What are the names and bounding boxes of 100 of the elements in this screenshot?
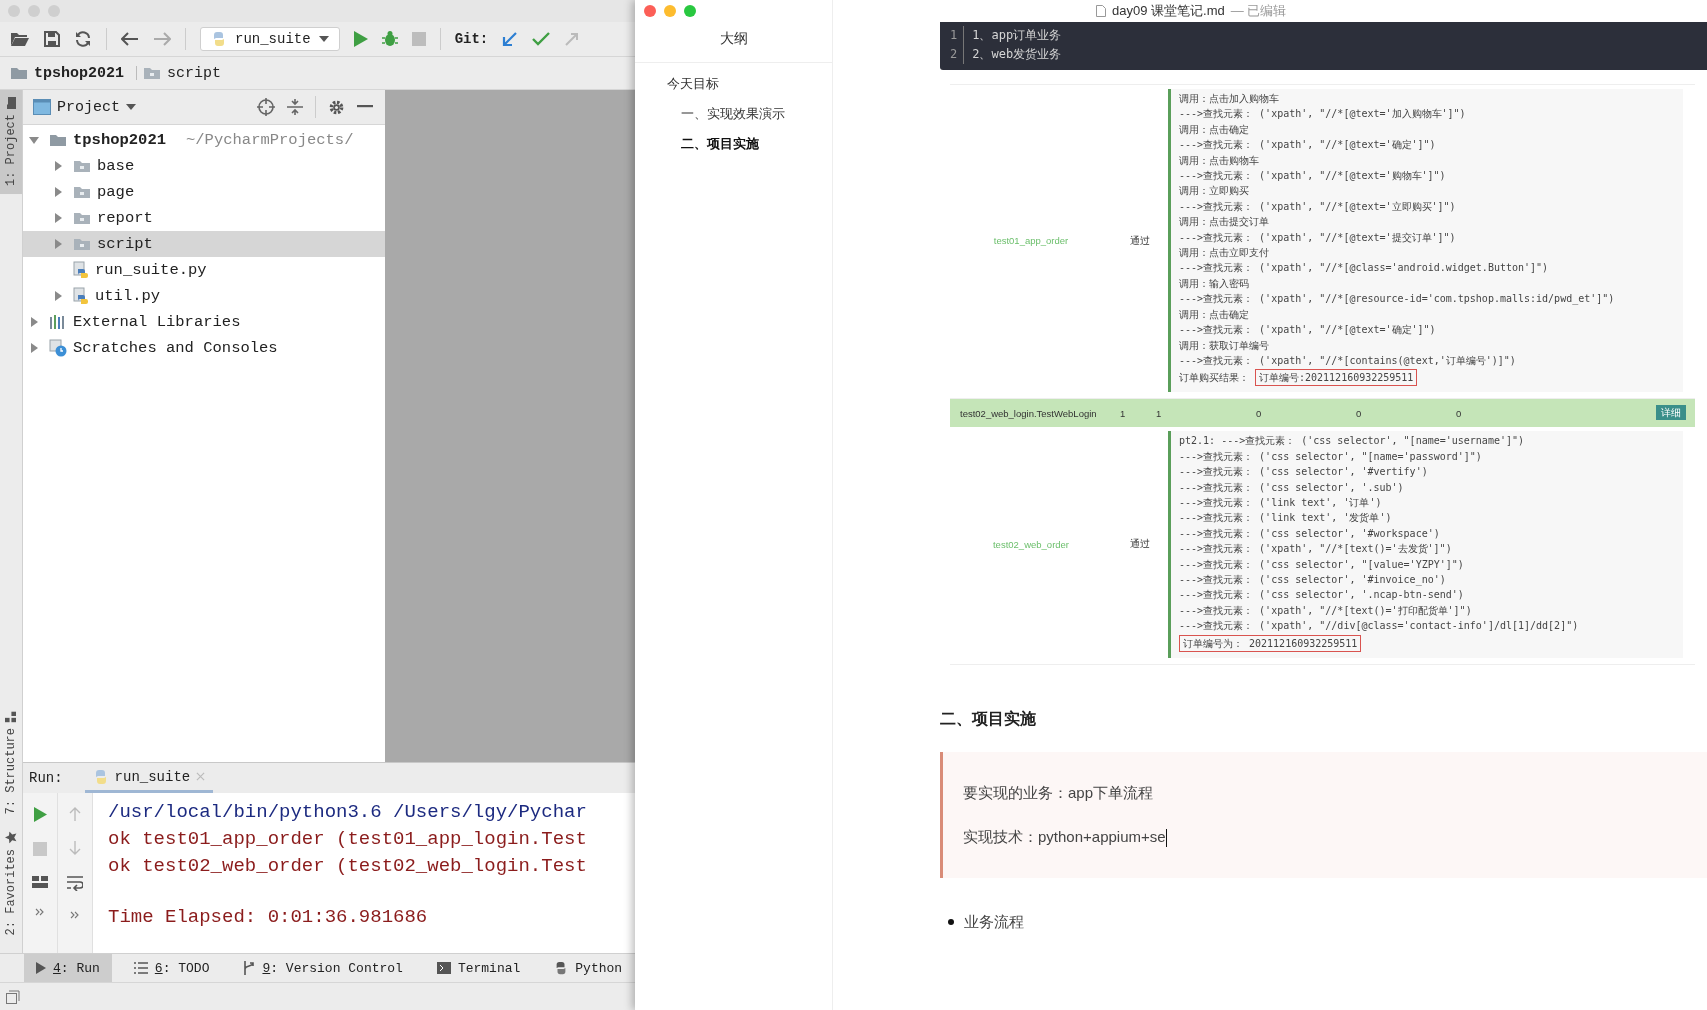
scratches-icon — [49, 339, 67, 357]
tree-item[interactable]: tpshop2021 ~/PycharmProjects/ — [23, 127, 385, 153]
console-line: /usr/local/bin/python3.6 /Users/lgy/Pychar — [108, 800, 587, 825]
line-number: 2 — [950, 46, 958, 63]
highlight-box: 订单编号为： 202112160932259511 — [1179, 634, 1362, 652]
tree-item[interactable]: script — [23, 231, 385, 257]
expand-arrow-icon[interactable] — [29, 135, 39, 145]
star-icon — [5, 830, 17, 843]
bullet-icon — [948, 918, 954, 925]
side-tool-tab[interactable]: 2: Favorites — [0, 822, 22, 943]
log-line: --->查找元素： ('css selector', "[name='password']") — [1179, 449, 1483, 464]
tree-item[interactable]: run_suite.py — [23, 257, 385, 283]
expand-arrow-icon[interactable] — [53, 239, 63, 249]
outline-item[interactable]: 一、实现效果演示 — [635, 99, 832, 129]
folder-icon — [10, 66, 28, 80]
forward-arrow-icon[interactable] — [153, 32, 171, 46]
folder-icon — [143, 66, 161, 80]
tool-window-tab[interactable]: 4: Run — [24, 954, 112, 982]
expand-arrow-icon[interactable] — [29, 343, 39, 353]
branch-icon — [243, 961, 256, 975]
library-icon — [49, 314, 67, 330]
run-icon[interactable] — [353, 31, 368, 47]
breadcrumb[interactable]: tpshop2021 — [10, 64, 124, 82]
line-number: 1 — [950, 27, 958, 44]
table-cell-text: 1 — [1119, 407, 1127, 419]
run-icon[interactable] — [33, 807, 47, 822]
tree-item[interactable]: External Libraries — [23, 309, 385, 335]
tree-item[interactable]: report — [23, 205, 385, 231]
crosshair-icon[interactable] — [257, 98, 275, 116]
tree-item[interactable]: base — [23, 153, 385, 179]
log-line: 调用：点击立即支付 — [1179, 246, 1270, 261]
run-tab[interactable]: run_suite — [84, 763, 214, 793]
log-line: pt2.1: --->查找元素： ('css selector', "[name='username']") — [1179, 434, 1525, 449]
table-cell-text: test02_web_order — [991, 538, 1071, 550]
expand-arrow-icon[interactable] — [53, 291, 63, 301]
breadcrumb[interactable]: script — [143, 64, 222, 82]
tool-window-tab[interactable]: 9: Version Control — [231, 954, 415, 982]
layout-icon[interactable] — [32, 876, 48, 888]
save-icon[interactable] — [44, 31, 60, 47]
more-icon[interactable] — [35, 908, 45, 916]
tree-item[interactable]: Scratches and Consoles — [23, 335, 385, 361]
python-icon — [211, 31, 227, 47]
log-line: 调用：获取订单编号 — [1179, 338, 1270, 353]
log-line: --->查找元素： ('css selector', '#vertify') — [1179, 465, 1429, 480]
project-view-dropdown[interactable]: Project — [33, 98, 136, 116]
edit-status: — 已编辑 — [1230, 2, 1287, 20]
outline-item[interactable]: 今天目标 — [635, 69, 832, 99]
tool-window-tab[interactable]: Python — [542, 954, 635, 982]
up-arrow-icon[interactable] — [69, 807, 81, 821]
quote-paragraph: 要实现的业务：app下单流程 — [963, 782, 1155, 803]
code-line: 1、app订单业务 — [972, 27, 1062, 44]
log-line: 调用：立即购买 — [1179, 184, 1250, 199]
run-label: Run: — [29, 770, 63, 786]
open-folder-icon[interactable] — [10, 31, 30, 47]
log-line: --->查找元素： ('xpath', "//*[text()='去发货']") — [1179, 542, 1453, 557]
run-configuration-dropdown[interactable]: run_suite — [200, 27, 340, 51]
side-tool-tab[interactable]: 7: Structure — [0, 703, 22, 823]
expand-arrow-icon[interactable] — [53, 187, 63, 197]
tool-window-tab[interactable]: 6: TODO — [121, 954, 222, 982]
quote-paragraph: 实现技术：python+appium+se — [963, 826, 1168, 849]
python-file-icon — [73, 287, 89, 305]
soft-wrap-icon[interactable] — [67, 875, 83, 891]
table-cell-text: 通过 — [1129, 233, 1151, 248]
collapse-icon[interactable] — [287, 98, 303, 116]
expand-arrow-icon[interactable] — [53, 213, 63, 223]
expand-arrow-icon[interactable] — [53, 161, 63, 171]
bug-icon[interactable] — [381, 30, 398, 48]
log-line: --->查找元素： ('css selector', '#workspace') — [1179, 526, 1441, 541]
folder-icon — [73, 237, 91, 251]
detail-button[interactable]: 详细 — [1656, 405, 1686, 421]
side-tool-tab[interactable]: 1: Project — [0, 90, 22, 194]
back-arrow-icon[interactable] — [121, 32, 139, 46]
log-line: 调用：点击确定 — [1179, 122, 1250, 137]
tree-item[interactable]: page — [23, 179, 385, 205]
folder-icon — [73, 159, 91, 173]
outline-item[interactable]: 二、项目实施 — [635, 129, 832, 159]
log-line: 订单购买结果： — [1179, 371, 1249, 386]
log-line: --->查找元素： ('xpath', "//*[@text='立即购买']") — [1179, 199, 1457, 214]
log-line: 调用：点击提交订单 — [1179, 215, 1270, 230]
list-item: 业务流程 — [964, 911, 1024, 932]
caret-icon — [318, 36, 329, 42]
console-line: Time Elapsed: 0:01:36.981686 — [108, 905, 429, 930]
text-cursor — [1165, 828, 1167, 847]
tree-item[interactable]: util.py — [23, 283, 385, 309]
git-label: Git: — [454, 31, 489, 47]
settings-icon[interactable] — [328, 98, 345, 116]
panel-toggle-icon[interactable] — [6, 989, 20, 1004]
sync-icon[interactable] — [74, 30, 92, 48]
more-icon[interactable] — [70, 911, 80, 919]
log-line: 调用：点击确定 — [1179, 307, 1250, 322]
project-path: ~/PycharmProjects/ — [186, 131, 354, 149]
minimize-icon[interactable] — [357, 105, 373, 109]
folder-icon — [73, 185, 91, 199]
log-line: --->查找元素： ('css selector', '.ncap-btn-send') — [1179, 588, 1465, 603]
down-arrow-icon[interactable] — [69, 841, 81, 855]
update-arrow-icon[interactable] — [502, 31, 519, 47]
structure-icon — [5, 711, 17, 723]
checkmark-icon[interactable] — [532, 32, 551, 46]
tool-window-tab[interactable]: Terminal — [424, 954, 533, 982]
expand-arrow-icon[interactable] — [29, 317, 39, 327]
